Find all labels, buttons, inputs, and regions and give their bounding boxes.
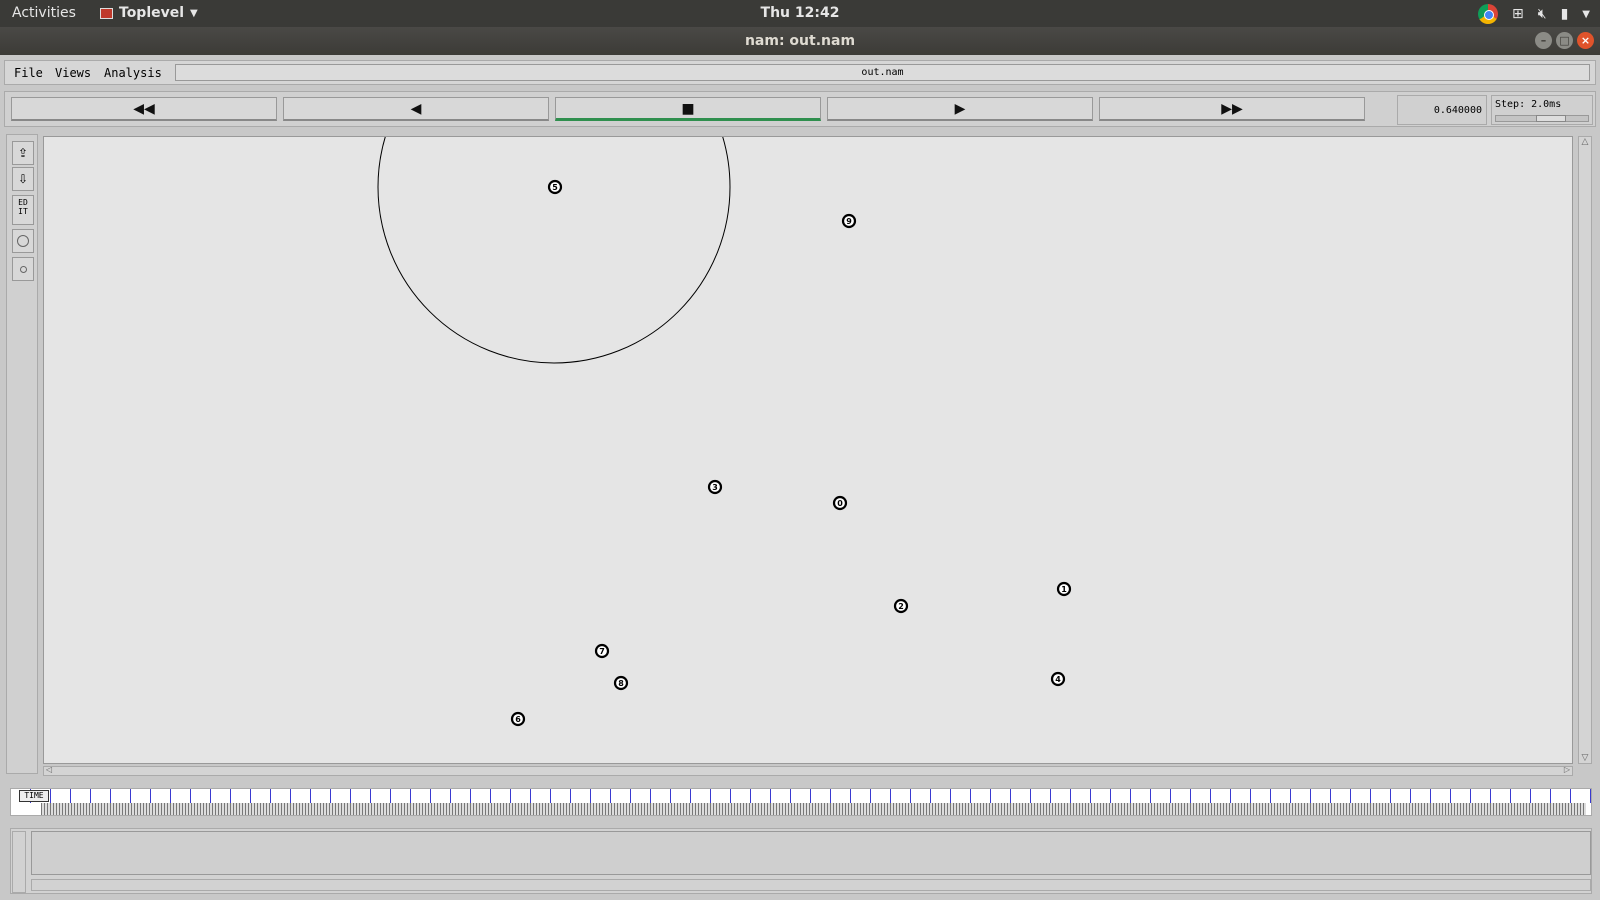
node-label: 7 — [599, 647, 605, 656]
annotation-horizontal-scrollbar[interactable] — [31, 879, 1591, 891]
node-large-icon[interactable] — [12, 229, 34, 253]
current-time: 0.640000 — [1397, 95, 1487, 125]
window-buttons: – □ × — [1535, 32, 1594, 49]
network-node-2[interactable]: 2 — [893, 598, 909, 614]
node-label: 9 — [846, 217, 852, 226]
tool-strip: ⇪ ⇩ EDIT — [6, 134, 38, 774]
chevron-down-icon[interactable]: ▼ — [1582, 9, 1590, 20]
time-track — [41, 803, 1586, 815]
scroll-right-icon[interactable]: ▷ — [1564, 765, 1570, 774]
step-back-button[interactable]: ◀ — [283, 97, 549, 121]
node-label: 0 — [837, 499, 843, 508]
node-label: 4 — [1055, 675, 1061, 684]
node-label: 1 — [1061, 585, 1067, 594]
activities-button[interactable]: Activities — [12, 5, 76, 21]
time-slider[interactable]: TIME — [10, 788, 1592, 816]
network-icon[interactable]: ⊞ — [1512, 6, 1524, 22]
clock[interactable]: Thu 12:42 — [760, 5, 840, 21]
playback-controls: ◀◀ ◀ ■ ▶ ▶▶ 0.640000 Step: 2.0ms — [4, 91, 1596, 127]
step-label: Step: 2.0ms — [1495, 99, 1562, 110]
scroll-down-icon[interactable]: ▽ — [1579, 753, 1591, 763]
play-button[interactable]: ▶ — [827, 97, 1093, 121]
rewind-button[interactable]: ◀◀ — [11, 97, 277, 121]
edit-button[interactable]: EDIT — [12, 195, 34, 225]
time-marker[interactable]: TIME — [19, 790, 49, 802]
network-topology: 5 9 3 0 1 2 7 8 4 6 — [377, 137, 1072, 727]
network-node-9[interactable]: 9 — [841, 213, 857, 229]
fast-forward-button[interactable]: ▶▶ — [1099, 97, 1365, 121]
menu-views[interactable]: Views — [55, 66, 91, 80]
node-label: 3 — [712, 483, 718, 492]
network-node-6[interactable]: 6 — [510, 711, 526, 727]
minimize-icon[interactable]: – — [1535, 32, 1552, 49]
scroll-up-icon[interactable]: △ — [1579, 137, 1591, 147]
app-menu[interactable]: Toplevel ▼ — [100, 5, 198, 21]
network-node-0[interactable]: 0 — [832, 495, 848, 511]
network-node-8[interactable]: 8 — [613, 675, 629, 691]
chrome-icon[interactable] — [1478, 4, 1499, 24]
zoom-out-icon[interactable]: ⇩ — [12, 167, 34, 191]
volume-muted-icon[interactable]: 🔇︎ — [1538, 6, 1547, 22]
window-title: nam: out.nam — [744, 33, 856, 49]
menu-analysis[interactable]: Analysis — [104, 66, 162, 80]
network-node-3[interactable]: 3 — [707, 479, 723, 495]
system-top-bar: Activities Toplevel ▼ Thu 12:42 ⊞ 🔇︎ ▮ ▼ — [0, 0, 1600, 27]
network-canvas[interactable]: 5 9 3 0 1 2 7 8 4 6 — [43, 136, 1573, 764]
zoom-in-icon[interactable]: ⇪ — [12, 141, 34, 165]
step-control: Step: 2.0ms — [1491, 95, 1593, 125]
canvas-horizontal-scrollbar[interactable]: ◁ ▷ — [43, 765, 1573, 776]
menu-bar: File Views Analysis out.nam — [4, 60, 1596, 85]
annotation-panel — [10, 828, 1592, 894]
stop-button[interactable]: ■ — [555, 97, 821, 121]
time-ticks — [11, 789, 1591, 803]
annotation-vertical-scrollbar[interactable] — [12, 831, 26, 893]
system-tray: ⊞ 🔇︎ ▮ ▼ — [1478, 4, 1590, 24]
step-slider[interactable] — [1495, 115, 1589, 122]
annotation-text-area[interactable] — [31, 831, 1591, 875]
canvas-vertical-scrollbar[interactable]: △ ▽ — [1578, 136, 1592, 764]
network-node-7[interactable]: 7 — [594, 643, 610, 659]
filename-display: out.nam — [175, 64, 1590, 81]
edit-label: EDIT — [18, 198, 28, 216]
network-node-1[interactable]: 1 — [1056, 581, 1072, 597]
scroll-left-icon[interactable]: ◁ — [46, 765, 52, 774]
network-node-5[interactable]: 5 — [547, 179, 563, 195]
node-label: 8 — [618, 679, 624, 688]
transmission-range-circle — [377, 137, 731, 364]
app-menu-label: Toplevel — [119, 5, 185, 21]
close-icon[interactable]: × — [1577, 32, 1594, 49]
network-node-4[interactable]: 4 — [1050, 671, 1066, 687]
step-slider-thumb[interactable] — [1536, 115, 1566, 122]
node-label: 6 — [515, 715, 521, 724]
app-icon — [100, 7, 113, 19]
node-label: 2 — [898, 602, 904, 611]
node-small-icon[interactable] — [12, 257, 34, 281]
battery-icon[interactable]: ▮ — [1561, 6, 1569, 22]
chevron-down-icon: ▼ — [190, 7, 198, 19]
menu-file[interactable]: File — [14, 66, 43, 80]
maximize-icon[interactable]: □ — [1556, 32, 1573, 49]
window-title-bar[interactable]: nam: out.nam – □ × — [0, 27, 1600, 55]
node-label: 5 — [552, 183, 558, 192]
